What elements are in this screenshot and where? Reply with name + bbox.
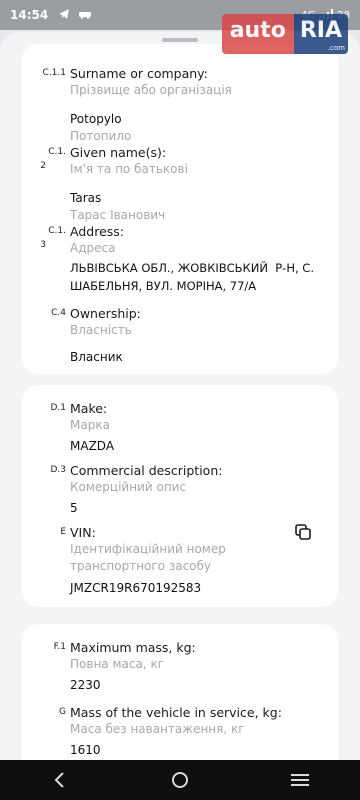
- field-code: C.1.1: [42, 68, 66, 78]
- field-code: F.1: [53, 642, 66, 652]
- field-code: D.3: [50, 465, 66, 475]
- field-label: VIN:: [70, 525, 96, 540]
- field-sublabel: Власність: [70, 323, 132, 337]
- field-value: 5: [70, 501, 78, 515]
- car-icon: [78, 9, 92, 22]
- copy-icon[interactable]: [294, 523, 312, 541]
- mass-card: F.1 Maximum mass, kg: Повна маса, кг 223…: [22, 624, 338, 760]
- field-value: 2230: [70, 678, 101, 692]
- field-code: E: [60, 527, 66, 537]
- telegram-icon: [58, 8, 70, 23]
- back-icon: [54, 772, 64, 788]
- field-value: Taras: [70, 191, 102, 205]
- logo-domain-text: .com: [327, 44, 345, 52]
- field-value-line2: ШАБЕЛЬНЯ, ВУЛ. МОРІНА, 77/А: [70, 279, 257, 293]
- auto-ria-watermark: auto RIA .com: [221, 14, 348, 54]
- field-sublabel: Адреса: [70, 241, 116, 255]
- field-value-translit: Потопило: [70, 129, 132, 143]
- field-sublabel-line2: транспортного засобу: [70, 559, 212, 573]
- field-label: Commercial description:: [70, 463, 223, 478]
- logo-ria-text: RIA: [299, 18, 342, 43]
- field-label: Maximum mass, kg:: [70, 640, 196, 655]
- vehicle-card: D.1 Make: Марка MAZDA D.3 Commercial des…: [22, 385, 338, 607]
- status-time: 14:54: [10, 8, 49, 22]
- field-label: Ownership:: [70, 306, 141, 321]
- field-value: Власник: [70, 350, 123, 364]
- field-code: C.1.: [48, 147, 66, 157]
- field-code: C.4: [51, 308, 66, 318]
- field-label: Surname or company:: [70, 66, 208, 81]
- sheet-drag-handle[interactable]: [162, 38, 198, 42]
- field-value: 1610: [70, 743, 101, 757]
- home-icon: [172, 772, 188, 788]
- logo-ria-block: RIA .com: [293, 14, 348, 54]
- field-value: Potopylo: [70, 112, 122, 126]
- field-sublabel: Прізвище або організація: [70, 83, 232, 97]
- field-code: G: [59, 707, 66, 717]
- recent-apps-button[interactable]: [280, 760, 320, 800]
- field-code-line2: 2: [40, 161, 46, 171]
- field-sublabel: Ідентифікаційний номер: [70, 542, 226, 556]
- bottom-sheet: C.1.1 Surname or company: Прізвище або о…: [0, 32, 360, 760]
- field-value-line1: ЛЬВІВСЬКА ОБЛ., ЖОВКІВСЬКИЙ Р-Н, С.: [70, 261, 314, 275]
- field-sublabel: Повна маса, кг: [70, 657, 164, 671]
- field-sublabel: Марка: [70, 418, 110, 432]
- field-code-line2: 3: [40, 240, 46, 250]
- back-button[interactable]: [40, 760, 80, 800]
- field-label: Mass of the vehicle in service, kg:: [70, 705, 282, 720]
- system-navigation-bar: [0, 760, 360, 800]
- owner-card: C.1.1 Surname or company: Прізвище або о…: [22, 44, 338, 374]
- home-button[interactable]: [160, 760, 200, 800]
- field-value: MAZDA: [70, 439, 115, 453]
- field-code: C.1.: [48, 226, 66, 236]
- field-label: Given name(s):: [70, 145, 167, 160]
- menu-icon: [291, 774, 309, 786]
- logo-auto-text: auto: [221, 14, 294, 54]
- field-sublabel: Маса без навантаження, кг: [70, 722, 245, 736]
- field-value-full: Тарас Іванович: [70, 208, 166, 222]
- field-label: Address:: [70, 224, 124, 239]
- field-sublabel: Комерційний опис: [70, 480, 187, 494]
- field-label: Make:: [70, 401, 108, 416]
- field-code: D.1: [50, 403, 66, 413]
- field-sublabel: Ім'я та по батькові: [70, 162, 188, 176]
- vin-value: JMZCR19R670192583: [70, 581, 202, 595]
